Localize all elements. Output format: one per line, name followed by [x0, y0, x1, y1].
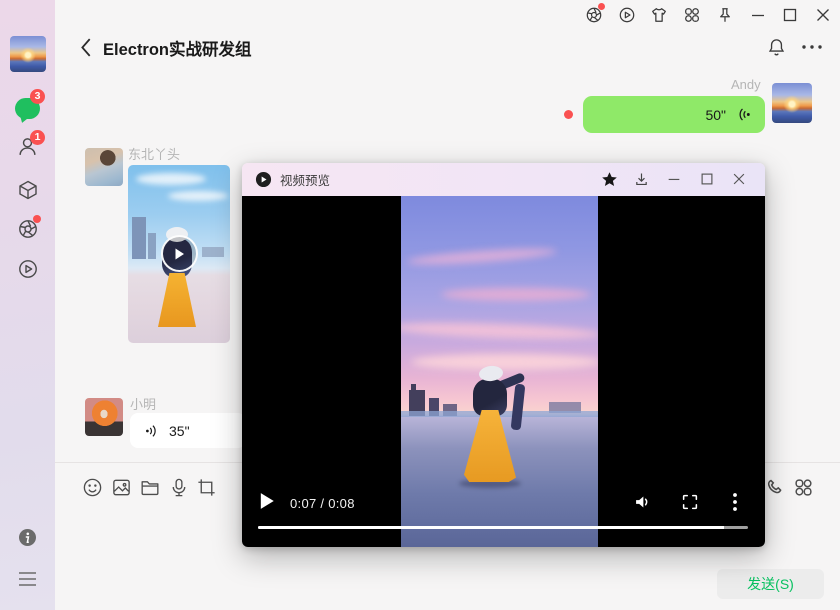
pin-icon — [716, 6, 734, 24]
window-minimize-button[interactable] — [749, 6, 767, 24]
voice-message-bubble[interactable]: 35" — [130, 413, 246, 448]
package-icon — [17, 179, 39, 201]
avatar[interactable] — [85, 398, 123, 436]
mic-button[interactable] — [170, 477, 188, 498]
video-progress-track[interactable] — [258, 526, 748, 529]
player-play-button[interactable] — [259, 492, 275, 510]
page-title: Electron实战研发组 — [103, 36, 252, 60]
sender-name: Andy — [731, 77, 761, 92]
sidebar-item-menu[interactable] — [17, 570, 38, 588]
tshirt-titlebar-button[interactable] — [650, 6, 668, 24]
voice-wave-in-icon — [143, 423, 159, 439]
bell-icon — [767, 37, 786, 57]
info-icon — [18, 528, 37, 547]
moments-red-dot — [598, 3, 605, 10]
fullscreen-icon — [680, 492, 700, 512]
menu-icon — [17, 570, 38, 588]
apps-button[interactable] — [793, 477, 814, 498]
channels-titlebar-button[interactable] — [618, 6, 636, 24]
window-close-button[interactable] — [814, 6, 832, 24]
player-volume-button[interactable] — [632, 492, 652, 512]
video-preview-modal: 视频预览 — [242, 163, 765, 547]
send-button[interactable]: 发送(S) — [717, 569, 824, 599]
avatar[interactable] — [10, 36, 46, 72]
screenshot-icon — [196, 477, 217, 498]
modal-titlebar[interactable]: 视频预览 — [242, 163, 765, 196]
unread-voice-dot — [564, 110, 573, 119]
video-progress-played — [258, 526, 724, 529]
chat-badge: 3 — [30, 89, 45, 104]
modal-minimize-button[interactable] — [666, 171, 682, 187]
window-maximize-button[interactable] — [781, 6, 799, 24]
sidebar-item-package[interactable] — [17, 179, 39, 201]
phone-icon — [764, 477, 785, 498]
avatar[interactable] — [85, 148, 123, 186]
avatar[interactable] — [772, 83, 812, 123]
download-button[interactable] — [633, 171, 649, 187]
apps-icon — [683, 6, 701, 24]
modal-maximize-button[interactable] — [699, 171, 715, 187]
moments-red-dot — [33, 215, 41, 223]
close-icon — [814, 6, 832, 24]
pin-titlebar-button[interactable] — [716, 6, 734, 24]
play-icon — [259, 492, 275, 510]
call-button[interactable] — [764, 477, 785, 498]
maximize-icon — [699, 171, 715, 187]
volume-icon — [632, 492, 652, 512]
mic-icon — [170, 477, 188, 498]
sidebar: 3 1 — [0, 0, 55, 610]
video-player[interactable]: 0:07 / 0:08 — [242, 196, 765, 547]
emoji-icon — [82, 477, 103, 498]
minimize-icon — [666, 171, 682, 187]
video-frame — [401, 196, 598, 547]
download-icon — [633, 171, 650, 188]
back-button[interactable] — [79, 37, 92, 58]
close-icon — [731, 171, 747, 187]
play-overlay-button[interactable] — [161, 235, 198, 272]
voice-wave-out-icon — [736, 106, 753, 123]
play-badge-icon — [255, 171, 272, 188]
player-more-button[interactable] — [732, 492, 738, 512]
more-icon — [801, 44, 823, 50]
voice-duration: 35" — [169, 423, 190, 439]
maximize-icon — [781, 6, 799, 24]
back-icon — [79, 37, 92, 58]
image-button[interactable] — [111, 477, 132, 498]
play-icon — [173, 247, 186, 261]
video-channel-icon — [17, 258, 39, 280]
more-button[interactable] — [801, 44, 823, 50]
favorite-button[interactable] — [601, 171, 617, 187]
voice-duration: 50" — [705, 107, 726, 123]
tshirt-icon — [650, 6, 668, 24]
notification-button[interactable] — [767, 37, 786, 57]
sender-name: 小明 — [130, 394, 156, 413]
modal-title: 视频预览 — [280, 170, 330, 189]
sidebar-item-moments[interactable] — [17, 218, 39, 240]
folder-icon — [139, 477, 161, 498]
folder-button[interactable] — [139, 477, 161, 498]
screenshot-button[interactable] — [196, 477, 217, 498]
sender-name: 东北丫头 — [128, 144, 180, 163]
emoji-button[interactable] — [82, 477, 103, 498]
minimize-icon — [749, 6, 767, 24]
video-message-thumbnail[interactable] — [128, 165, 230, 343]
player-time: 0:07 / 0:08 — [290, 496, 355, 511]
moments-titlebar-button[interactable] — [585, 6, 603, 24]
kebab-icon — [732, 492, 738, 512]
star-icon — [601, 171, 618, 188]
image-icon — [111, 477, 132, 498]
apps-titlebar-button[interactable] — [683, 6, 701, 24]
channels-icon — [618, 6, 636, 24]
apps-icon — [793, 477, 814, 498]
sidebar-item-info[interactable] — [18, 528, 37, 547]
modal-close-button[interactable] — [731, 171, 747, 187]
player-fullscreen-button[interactable] — [680, 492, 700, 512]
voice-message-bubble[interactable]: 50" — [583, 96, 765, 133]
sidebar-item-channels[interactable] — [17, 258, 39, 280]
contacts-badge: 1 — [30, 130, 45, 145]
